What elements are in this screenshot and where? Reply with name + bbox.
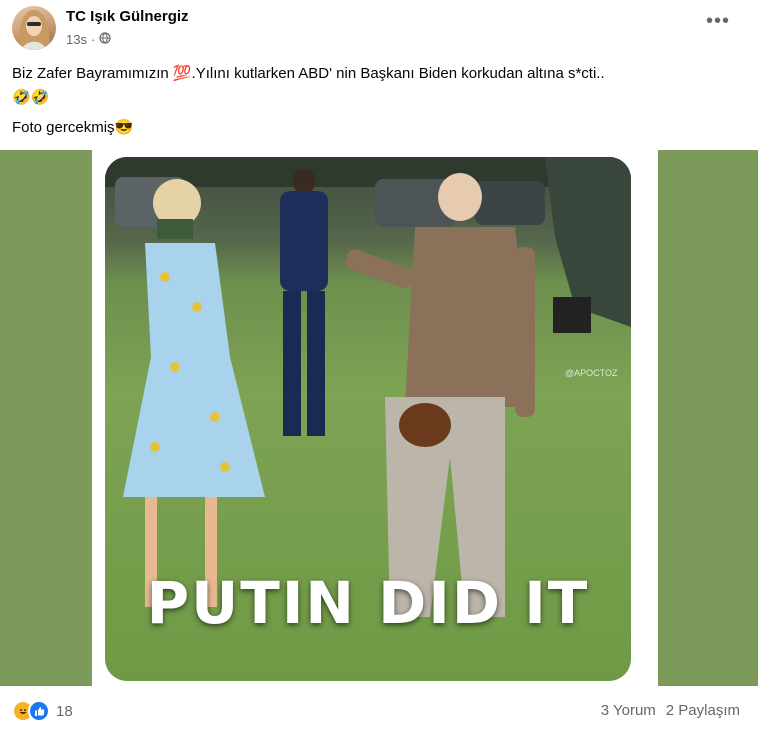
globe-icon[interactable] [99,32,111,47]
more-options-icon[interactable]: ••• [706,10,730,33]
like-icon [28,700,50,722]
shares-count-link[interactable]: 2 Paylaşım [666,702,740,719]
avatar-portrait [18,10,50,50]
reactions-summary[interactable]: 18 [12,700,73,722]
comments-count-link[interactable]: 3 Yorum [601,702,656,719]
image-card: @APOCTOZ PUTIN DID IT [92,150,658,686]
meme-caption: PUTIN DID IT [146,569,590,637]
post-text-emojis: 🤣🤣 [12,89,50,106]
meme-photo: @APOCTOZ PUTIN DID IT [105,157,631,681]
reaction-count: 18 [56,702,73,720]
post-stats: 3 Yorum 2 Paylaşım [601,702,740,719]
author-avatar[interactable] [12,6,56,50]
facebook-post: TC Işık Gülnergiz 13s · ••• Biz Zafer Ba… [0,0,758,731]
post-footer: 18 3 Yorum 2 Paylaşım [0,686,758,731]
post-meta: 13s · [66,32,111,47]
post-text-line: Foto gercekmiş😎 [12,119,134,136]
author-name[interactable]: TC Işık Gülnergiz [66,8,189,25]
post-text-line: Biz Zafer Bayramımızın 💯.Yılını kutlarke… [12,65,605,82]
post-image[interactable]: @APOCTOZ PUTIN DID IT [0,150,758,686]
image-watermark: @APOCTOZ [565,368,618,378]
post-timestamp[interactable]: 13s [66,32,87,47]
